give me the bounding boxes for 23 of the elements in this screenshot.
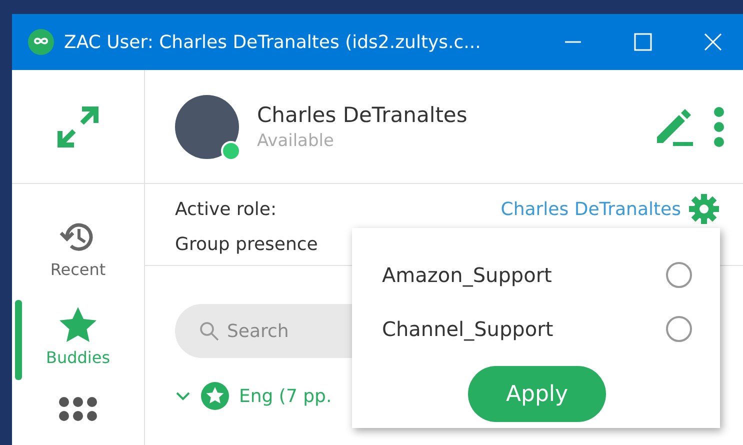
close-icon[interactable] — [703, 32, 723, 52]
user-name: Charles DeTranaltes — [257, 102, 468, 126]
group-name[interactable]: Eng (7 pp. — [239, 386, 332, 406]
radio-button[interactable] — [666, 316, 692, 342]
star-icon — [58, 306, 98, 344]
app-logo-icon — [28, 29, 54, 55]
maximize-icon[interactable] — [633, 32, 653, 52]
sidebar-item[interactable]: Buddies — [12, 292, 144, 380]
user-status: Available — [257, 130, 335, 150]
active-role-link[interactable]: Charles DeTranaltes — [500, 198, 681, 220]
group-presence-label: Group presence — [175, 234, 319, 255]
search-icon — [199, 321, 219, 341]
role-option[interactable]: Amazon_Support — [382, 248, 692, 302]
apply-button[interactable]: Apply — [468, 366, 606, 422]
settings-icon[interactable] — [689, 194, 719, 224]
more-options-icon[interactable] — [713, 106, 725, 146]
active-role-label: Active role: — [175, 198, 278, 220]
window-title: ZAC User: Charles DeTranaltes (ids2.zultys.c... — [64, 32, 482, 52]
radio-button[interactable] — [666, 262, 692, 288]
expand-icon[interactable] — [56, 104, 100, 148]
star-badge-icon — [201, 382, 229, 410]
apps-grid-icon[interactable] — [58, 396, 98, 422]
sidebar-item[interactable]: Recent — [12, 204, 144, 292]
